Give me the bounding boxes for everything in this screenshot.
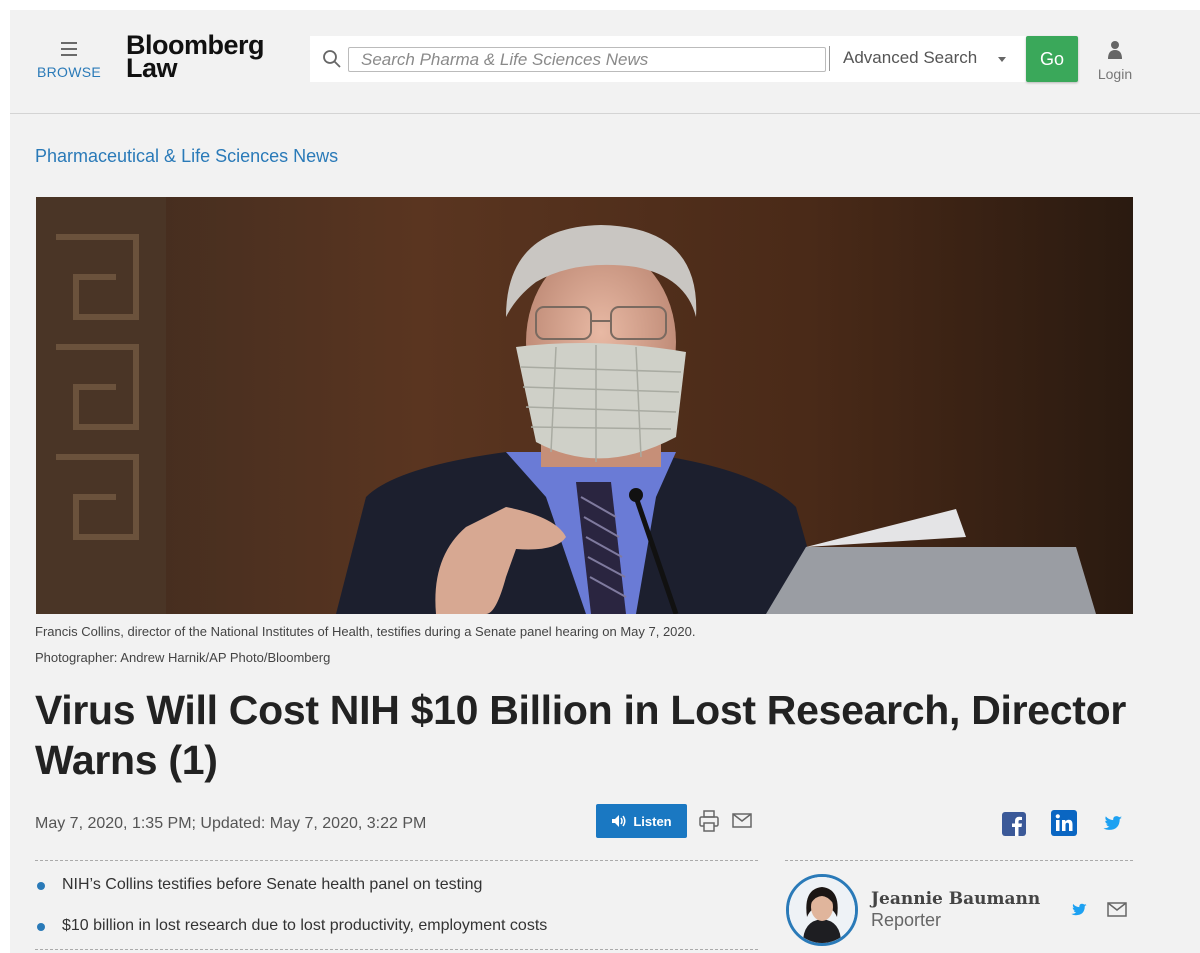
mail-icon[interactable]	[732, 813, 752, 828]
divider	[35, 860, 758, 861]
listen-button[interactable]: Listen	[596, 804, 687, 838]
login-label: Login	[1097, 66, 1133, 82]
bloomberg-law-logo[interactable]: Bloomberg Law​	[126, 32, 265, 83]
author-photo	[789, 877, 855, 943]
article-headline: Virus Will Cost NIH $10 Billion in Lost …	[35, 687, 1127, 783]
page: BROWSE Bloomberg Law​ Advanced Search Go…	[10, 10, 1200, 953]
list-item: NIH’s Collins testifies before Senate he…	[35, 875, 547, 916]
photo-caption: Francis Collins, director of the Nationa…	[35, 624, 696, 639]
search-divider	[829, 46, 830, 71]
logo-line2: Law	[126, 53, 178, 83]
user-icon	[1108, 41, 1122, 59]
search-input[interactable]	[348, 47, 826, 72]
hero-photo	[36, 197, 1133, 614]
linkedin-icon[interactable]	[1051, 810, 1077, 836]
print-icon[interactable]	[699, 810, 719, 832]
author-mail-icon[interactable]	[1107, 902, 1127, 917]
author-twitter-icon[interactable]	[1070, 901, 1090, 918]
search-bar: Advanced Search	[310, 36, 1030, 82]
site-header: BROWSE Bloomberg Law​ Advanced Search Go…	[10, 10, 1200, 114]
author-role: Reporter	[871, 910, 942, 930]
go-button[interactable]: Go	[1026, 36, 1078, 82]
author-name[interactable]: Jeannie Baumann	[871, 889, 1040, 909]
listen-label: Listen	[633, 813, 672, 829]
list-item: $10 billion in lost research due to lost…	[35, 916, 547, 953]
twitter-icon[interactable]	[1102, 813, 1126, 833]
article-date: May 7, 2020, 1:35 PM; Updated: May 7, 20…	[35, 815, 427, 832]
divider	[785, 860, 1133, 861]
facebook-icon[interactable]	[1002, 812, 1026, 836]
author-avatar[interactable]	[786, 874, 858, 946]
key-points-list: NIH’s Collins testifies before Senate he…	[35, 875, 547, 953]
section-link[interactable]: Pharmaceutical & Life Sciences News	[35, 146, 338, 167]
browse-label: BROWSE	[37, 64, 102, 80]
login-button[interactable]: Login	[1093, 38, 1137, 82]
browse-menu-button[interactable]: BROWSE	[37, 38, 101, 82]
speaker-icon	[612, 815, 626, 827]
menu-icon	[61, 42, 77, 56]
photo-credit: Photographer: Andrew Harnik/AP Photo/Blo…	[35, 650, 331, 665]
divider	[35, 949, 758, 950]
chevron-down-icon[interactable]	[998, 57, 1006, 62]
hero-image	[36, 197, 1133, 614]
search-icon[interactable]	[322, 49, 342, 69]
advanced-search-dropdown[interactable]: Advanced Search	[843, 48, 977, 68]
